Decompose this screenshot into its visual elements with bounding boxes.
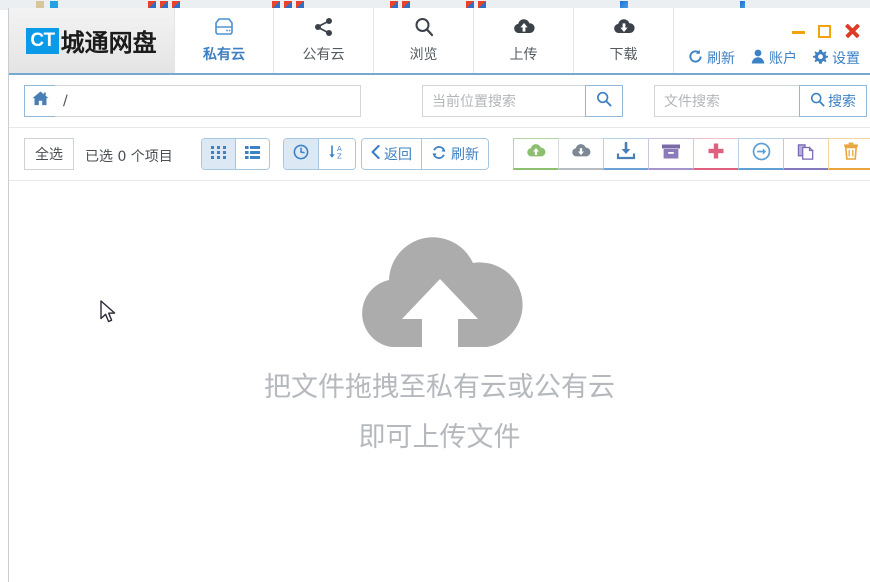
file-search-button-label: 搜索 <box>828 94 856 110</box>
logo-text: 城通网盘 <box>60 29 157 57</box>
view-mode-group <box>201 138 270 170</box>
download-tray-icon <box>616 141 636 165</box>
dropzone-line-2: 即可上传文件 <box>358 422 521 453</box>
path-input[interactable]: / <box>55 85 361 117</box>
header-account-link[interactable]: 账户 <box>751 48 797 68</box>
cloud-upload-icon <box>525 143 547 164</box>
save-to-disk-button[interactable] <box>603 138 649 170</box>
app-logo: CT 城通网盘 <box>9 8 175 73</box>
user-icon <box>751 49 765 68</box>
dropzone-line-1: 把文件拖拽至私有云或公有云 <box>264 372 615 403</box>
list-view-button[interactable] <box>236 139 269 169</box>
list-icon <box>245 145 260 163</box>
tab-upload[interactable]: 上传 <box>474 8 574 73</box>
close-button[interactable] <box>844 23 860 39</box>
header-settings-link[interactable]: 设置 <box>813 48 860 68</box>
plus-icon <box>707 142 725 165</box>
archive-button[interactable] <box>648 138 694 170</box>
chevron-left-icon <box>371 144 380 163</box>
file-search-button[interactable]: 搜索 <box>799 85 867 117</box>
toolbar-refresh-label: 刷新 <box>451 147 479 163</box>
main-window: CT 城通网盘 私有云 公有云 浏览 上传 下载 刷新 账户 设置 / 当前位置… <box>8 8 870 582</box>
sort-group: A Z <box>283 138 356 170</box>
header-links: 刷新 账户 设置 <box>688 48 860 68</box>
file-list-area[interactable]: 把文件拖拽至私有云或公有云 即可上传文件 <box>9 181 870 582</box>
address-bar-row: / 当前位置搜索 文件搜索 搜索 <box>9 75 870 128</box>
refresh-icon <box>688 49 703 68</box>
search-icon <box>414 17 434 37</box>
cloud-download-icon <box>570 143 592 164</box>
logo-badge: CT <box>26 27 59 54</box>
sort-alphabetical-button[interactable]: A Z <box>319 139 355 169</box>
header-refresh-link[interactable]: 刷新 <box>688 48 735 68</box>
copy-button[interactable] <box>783 138 829 170</box>
home-icon <box>31 91 49 111</box>
navigation-group: 返回 刷新 <box>361 138 489 170</box>
header-link-label: 账户 <box>769 51 797 67</box>
tab-private-cloud[interactable]: 私有云 <box>174 8 274 73</box>
tab-label: 上传 <box>509 47 538 63</box>
tab-browse[interactable]: 浏览 <box>374 8 474 73</box>
tab-label: 下载 <box>609 47 638 63</box>
refresh-icon <box>431 145 447 164</box>
back-button[interactable]: 返回 <box>362 139 422 169</box>
window-controls <box>792 23 860 39</box>
tab-download[interactable]: 下载 <box>574 8 674 73</box>
tab-label: 公有云 <box>302 47 345 63</box>
delete-button[interactable] <box>828 138 870 170</box>
clock-icon <box>293 144 309 164</box>
svg-text:Z: Z <box>337 153 342 161</box>
location-search: 当前位置搜索 <box>422 85 623 117</box>
cloud-upload-icon <box>512 17 536 37</box>
gear-icon <box>813 49 828 68</box>
empty-dropzone: 把文件拖拽至私有云或公有云 即可上传文件 <box>9 219 870 454</box>
header-link-label: 设置 <box>832 51 860 67</box>
select-all-button[interactable]: 全选 <box>24 138 74 170</box>
tab-label: 浏览 <box>409 47 438 63</box>
grid-icon <box>211 145 226 163</box>
location-search-input[interactable]: 当前位置搜索 <box>422 85 585 117</box>
app-root: CT 城通网盘 私有云 公有云 浏览 上传 下载 刷新 账户 设置 / 当前位置… <box>0 0 870 582</box>
window-header: CT 城通网盘 私有云 公有云 浏览 上传 下载 刷新 账户 设置 <box>9 8 870 75</box>
tab-public-cloud[interactable]: 公有云 <box>274 8 374 73</box>
arrow-right-circle-icon <box>752 142 771 166</box>
maximize-button[interactable] <box>818 24 831 38</box>
header-link-label: 刷新 <box>707 51 735 67</box>
back-button-label: 返回 <box>384 147 412 163</box>
location-search-button[interactable] <box>585 85 623 117</box>
box-icon <box>661 143 681 165</box>
minimize-button[interactable] <box>792 25 805 38</box>
cloud-upload-large-icon <box>345 219 535 359</box>
tab-label: 私有云 <box>203 47 245 63</box>
hard-drive-icon <box>213 17 235 37</box>
home-button[interactable] <box>24 85 56 117</box>
share-icon <box>314 17 334 37</box>
download-from-cloud-button[interactable] <box>558 138 604 170</box>
cloud-download-icon <box>612 17 636 37</box>
main-tabs: 私有云 公有云 浏览 上传 下载 <box>174 8 674 73</box>
selected-count-label: 已选 0 个项目 <box>85 149 173 165</box>
copy-icon <box>797 142 816 166</box>
trash-icon <box>843 142 859 165</box>
search-icon <box>596 91 612 111</box>
move-button[interactable] <box>738 138 784 170</box>
new-folder-button[interactable] <box>693 138 739 170</box>
toolbar-row: 全选 已选 0 个项目 A Z 返回 刷新 <box>9 128 870 181</box>
file-search-input[interactable]: 文件搜索 <box>654 85 799 117</box>
sort-by-time-button[interactable] <box>284 139 319 169</box>
sort-az-icon: A Z <box>328 144 346 164</box>
search-icon <box>810 92 825 111</box>
toolbar-refresh-button[interactable]: 刷新 <box>422 139 488 169</box>
action-buttons <box>513 138 870 170</box>
upload-to-cloud-button[interactable] <box>513 138 559 170</box>
grid-view-button[interactable] <box>202 139 236 169</box>
file-search: 文件搜索 搜索 <box>654 85 867 117</box>
